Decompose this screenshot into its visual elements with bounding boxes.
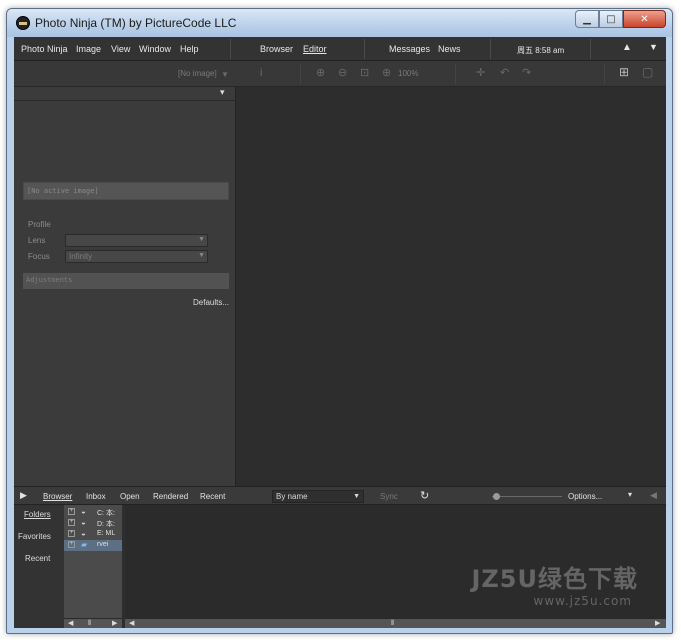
- image-select[interactable]: [No image]: [178, 69, 217, 78]
- undo-icon[interactable]: ↶: [500, 68, 509, 79]
- tree-row[interactable]: + ◒ C: 本:: [64, 507, 122, 518]
- ninja-app-icon: [16, 16, 30, 30]
- move-icon[interactable]: ✛: [476, 68, 485, 79]
- expand-icon[interactable]: +: [68, 530, 75, 537]
- menu-photo-ninja[interactable]: Photo Ninja: [21, 44, 68, 54]
- grid-view-icon[interactable]: ⊞: [619, 66, 629, 78]
- image-dropdown-icon[interactable]: ▼: [221, 69, 229, 80]
- messages-link[interactable]: Messages: [389, 44, 430, 54]
- clock: 周五 8:58 am: [517, 46, 565, 55]
- menu-view[interactable]: View: [111, 44, 130, 54]
- sort-value: By name: [276, 492, 308, 501]
- scroll-left-icon[interactable]: ◀: [129, 619, 134, 627]
- tab-rendered[interactable]: Rendered: [153, 492, 188, 501]
- nav-panel: Folders Favorites Recent: [14, 505, 64, 628]
- chevron-down-icon: ▼: [198, 252, 205, 259]
- news-link[interactable]: News: [438, 44, 461, 54]
- panel-pin-icon[interactable]: ▾: [220, 88, 225, 98]
- menu-bar: Photo Ninja Image View Window Help Brows…: [14, 37, 666, 61]
- close-button[interactable]: ✕: [623, 10, 666, 28]
- expand-icon[interactable]: +: [68, 508, 75, 515]
- image-view[interactable]: [237, 87, 666, 486]
- focus-value: Infinity: [69, 252, 93, 261]
- compare-icon[interactable]: ▢: [642, 66, 653, 78]
- info-icon[interactable]: i: [260, 68, 262, 79]
- tree-scrollbar[interactable]: ◀ ⦀ ▶: [64, 618, 122, 628]
- watermark-url: www.jz5u.com: [533, 594, 632, 608]
- zoom-out-icon[interactable]: ⊖: [338, 68, 347, 79]
- thumb-size-slider[interactable]: [492, 496, 562, 497]
- lens-label: Lens: [28, 236, 46, 245]
- bottom-pin-icon[interactable]: ▾: [628, 490, 632, 499]
- focus-label: Focus: [28, 252, 50, 261]
- menu-help[interactable]: Help: [180, 44, 199, 54]
- tab-recent[interactable]: Recent: [200, 492, 225, 501]
- focus-select[interactable]: Infinity ▼: [65, 250, 208, 263]
- nav-favorites[interactable]: Favorites: [18, 532, 51, 541]
- defaults-button[interactable]: Defaults...: [193, 298, 229, 307]
- scroll-thumb[interactable]: ⦀: [391, 619, 394, 628]
- drive-icon: ◒: [81, 518, 86, 527]
- zoom-level: 100%: [398, 69, 419, 78]
- zoom-in-icon[interactable]: ⊕: [316, 68, 325, 79]
- left-panel-header: ▾: [14, 87, 236, 101]
- tab-inbox[interactable]: Inbox: [86, 492, 106, 501]
- tab-browser-bottom[interactable]: Browser: [43, 492, 72, 501]
- browser-bar: ▶ Browser Inbox Open Rendered Recent By …: [14, 486, 666, 505]
- drive-icon: ◒: [81, 529, 86, 538]
- title-bar[interactable]: Photo Ninja (TM) by PictureCode LLC ▁ □ …: [7, 9, 672, 37]
- folder-tree: + ◒ C: 本: + ◒ D: 本: + ◒ E: ML + ▰ rvei ◀: [64, 505, 122, 628]
- profile-label: Profile: [28, 220, 51, 229]
- options-button[interactable]: Options...: [568, 492, 602, 501]
- tree-row[interactable]: + ◒ E: ML: [64, 529, 122, 540]
- editor-toolbar: [No image] ▼ i ⊕ ⊖ ⊡ ⊕ 100% ✛ ↶ ↷ ⊞ ▢: [14, 61, 666, 87]
- collapse-up-icon[interactable]: ▲: [622, 42, 632, 53]
- lens-select[interactable]: ▼: [65, 234, 208, 247]
- tab-browser[interactable]: Browser: [260, 44, 293, 54]
- app-client-area: Photo Ninja Image View Window Help Brows…: [14, 37, 666, 628]
- nav-folders[interactable]: Folders: [24, 510, 51, 519]
- tab-open[interactable]: Open: [120, 492, 140, 501]
- menu-window[interactable]: Window: [139, 44, 171, 54]
- folder-icon: ▰: [81, 540, 88, 549]
- watermark-text: JZ5U绿色下载: [471, 565, 638, 593]
- scroll-left-icon[interactable]: ◀: [68, 619, 73, 627]
- adjustments-header[interactable]: Adjustments: [23, 273, 229, 289]
- chevron-down-icon: ▼: [198, 236, 205, 243]
- sync-button[interactable]: Sync: [380, 492, 398, 501]
- collapse-left-icon[interactable]: ◀: [650, 490, 657, 501]
- tree-row[interactable]: + ◒ D: 本:: [64, 518, 122, 529]
- chevron-down-icon: ▼: [353, 493, 360, 500]
- expand-icon[interactable]: +: [68, 519, 75, 526]
- redo-icon[interactable]: ↷: [522, 68, 531, 79]
- active-image-field: [No active image]: [23, 182, 229, 200]
- scroll-right-icon[interactable]: ▶: [112, 619, 117, 627]
- zoom-fit-icon[interactable]: ⊡: [360, 68, 369, 79]
- expand-icon[interactable]: +: [68, 541, 75, 548]
- minimize-button[interactable]: ▁: [575, 10, 599, 28]
- scroll-thumb[interactable]: ⦀: [88, 619, 91, 628]
- window-title: Photo Ninja (TM) by PictureCode LLC: [35, 16, 237, 30]
- sort-select[interactable]: By name ▼: [272, 490, 364, 503]
- zoom-actual-icon[interactable]: ⊕: [382, 68, 391, 79]
- tab-editor[interactable]: Editor: [303, 44, 327, 54]
- drive-icon: ◒: [81, 507, 86, 516]
- nav-recent[interactable]: Recent: [25, 554, 50, 563]
- app-window: Photo Ninja (TM) by PictureCode LLC ▁ □ …: [6, 8, 673, 634]
- maximize-button[interactable]: □: [599, 10, 623, 28]
- left-panel: ▾ [No active image] Profile Lens ▼ Focus…: [14, 87, 236, 486]
- refresh-icon[interactable]: ↻: [420, 489, 429, 502]
- play-icon[interactable]: ▶: [20, 490, 27, 501]
- scroll-right-icon[interactable]: ▶: [655, 619, 660, 627]
- tree-row-selected[interactable]: + ▰ rvei: [64, 540, 122, 551]
- slider-knob[interactable]: [493, 493, 500, 500]
- menu-image[interactable]: Image: [76, 44, 101, 54]
- pin-icon[interactable]: ▼: [649, 42, 658, 52]
- thumb-scrollbar[interactable]: ◀ ⦀ ▶: [125, 618, 666, 628]
